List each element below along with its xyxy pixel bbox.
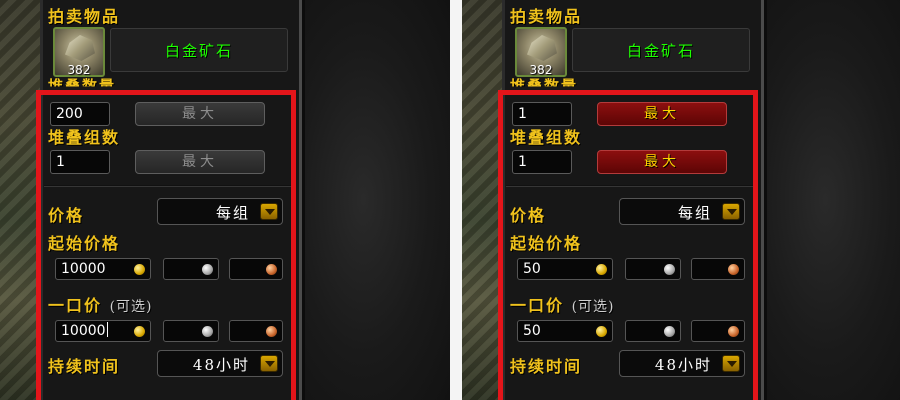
- game-world-background: [0, 0, 40, 400]
- ore-graphic: [65, 35, 95, 61]
- dark-background: [767, 0, 900, 400]
- auction-panel-right: 拍卖物品 382 白金矿石 堆叠数量 1 最大 堆叠组数 1 最大 价格 每组 …: [462, 0, 900, 400]
- auction-panel-left: 拍卖物品 382 白金矿石 堆叠数量 200 最大 堆叠组数 1 最大 价格 每…: [0, 0, 450, 400]
- highlight-box: [36, 90, 296, 400]
- item-name: 白金矿石: [164, 41, 233, 60]
- item-name-box: 白金矿石: [110, 28, 288, 72]
- image-gap: [450, 0, 462, 400]
- auction-item-title: 拍卖物品: [48, 7, 121, 26]
- platinum-ore-icon[interactable]: 382: [53, 27, 105, 77]
- highlight-box: [498, 90, 758, 400]
- item-count: 382: [529, 63, 553, 77]
- item-name: 白金矿石: [626, 41, 695, 60]
- platinum-ore-icon[interactable]: 382: [515, 27, 567, 77]
- dark-background: [305, 0, 450, 400]
- auction-item-title: 拍卖物品: [510, 7, 583, 26]
- item-count: 382: [67, 63, 91, 77]
- item-name-box: 白金矿石: [572, 28, 750, 72]
- ore-graphic: [527, 35, 557, 61]
- game-world-background: [462, 0, 502, 400]
